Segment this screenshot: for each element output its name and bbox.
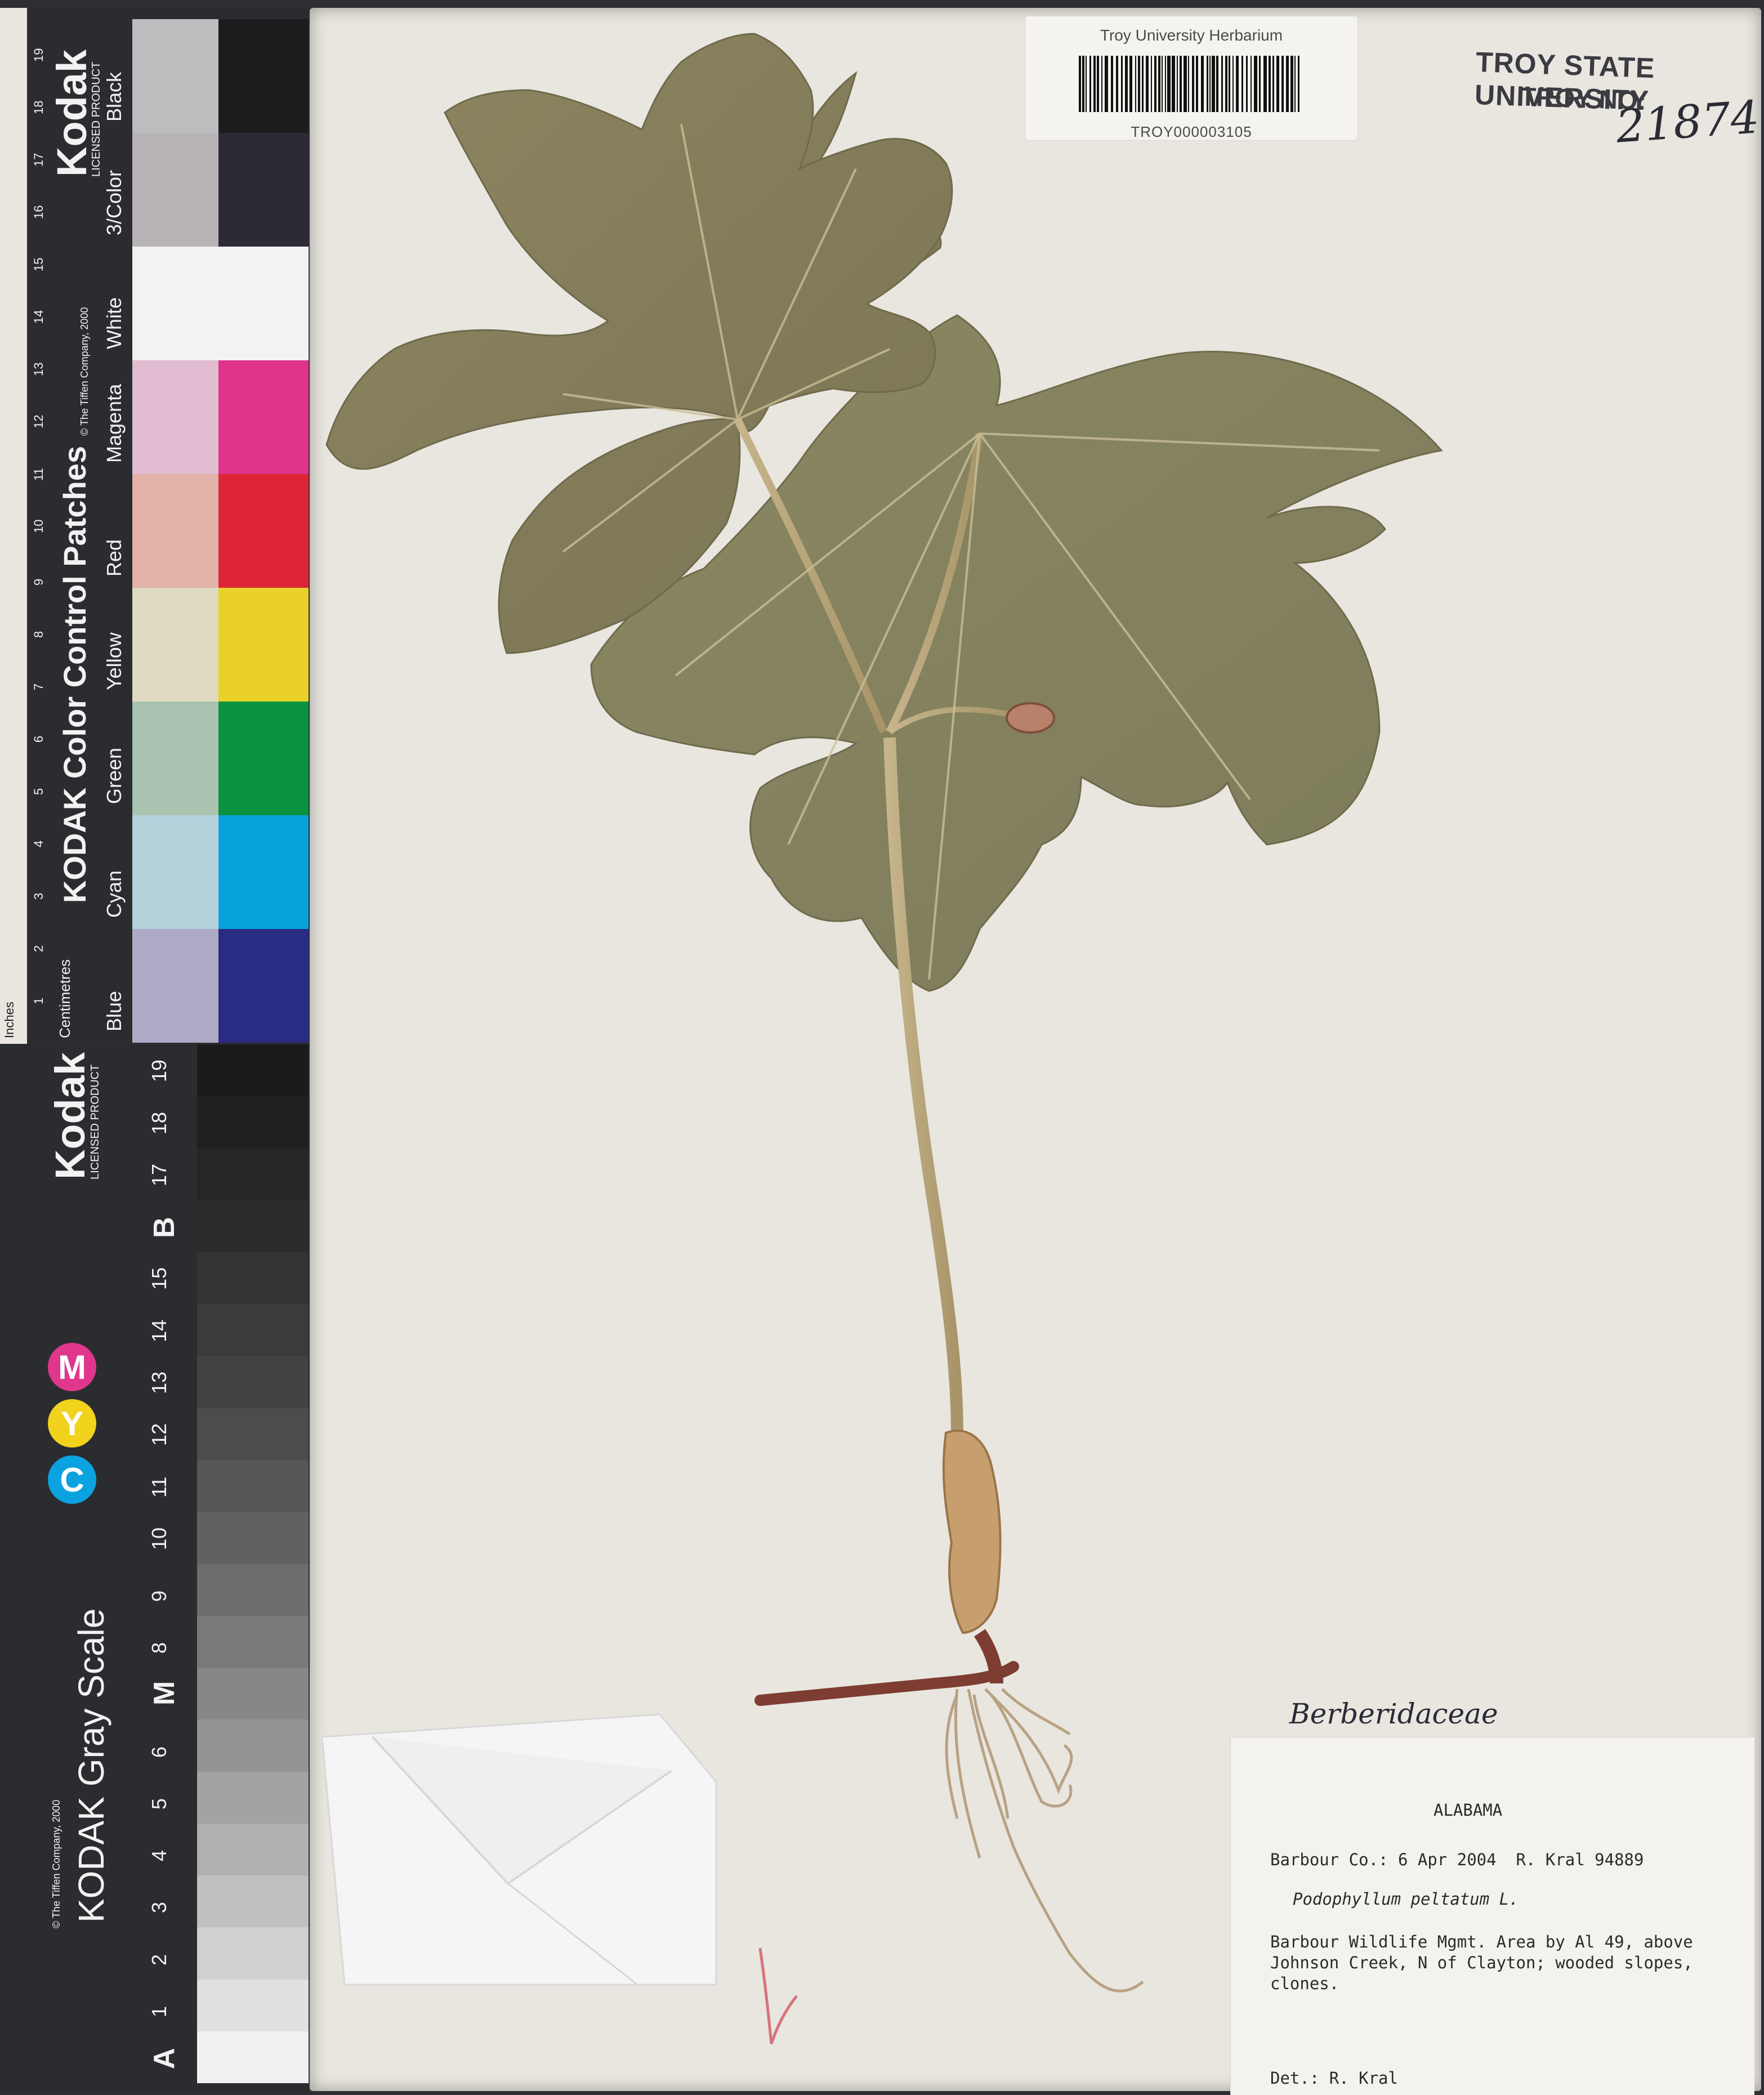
specimen-label: ALABAMA Barbour Co.: 6 Apr 2004 R. Kral …: [1230, 1737, 1754, 2095]
institution-name: Troy University Herbarium: [1100, 26, 1283, 44]
barcode-bar: [1135, 56, 1136, 112]
barcode-bar: [1196, 56, 1198, 112]
family-annotation: Berberidaceae: [1289, 1698, 1498, 1730]
barcode-label: Troy University Herbarium TROY000003105: [1025, 16, 1358, 141]
barcode-bar: [1263, 56, 1267, 112]
barcode-bar: [1086, 56, 1087, 112]
barcode-bar: [1089, 56, 1091, 112]
barcode-bar: [1116, 56, 1118, 112]
barcode-bar: [1221, 56, 1223, 112]
barcode-bar: [1184, 56, 1187, 112]
barcode-bar: [1101, 56, 1102, 112]
barcode-bar: [1177, 56, 1178, 112]
barcode-bar: [1082, 56, 1084, 112]
barcode-bar: [1225, 56, 1227, 112]
barcode-bar: [1129, 56, 1132, 112]
barcode-bar: [1242, 56, 1243, 112]
barcode-bar: [1272, 56, 1274, 112]
barcode-bar: [1294, 56, 1296, 112]
barcode-bar: [1105, 56, 1108, 112]
barcode-bar: [1246, 56, 1248, 112]
barcode-bar: [1192, 56, 1194, 112]
barcode-bar: [1269, 56, 1271, 112]
barcode-bar: [1172, 56, 1175, 112]
barcode-bar: [1146, 56, 1149, 112]
barcode-bar: [1180, 56, 1182, 112]
barcode-bar: [1142, 56, 1144, 112]
barcode: [1079, 56, 1299, 112]
barcode-bar: [1121, 56, 1123, 112]
barcode-bar: [1207, 56, 1208, 112]
barcode-bar: [1286, 56, 1289, 112]
barcode-bar: [1111, 56, 1113, 112]
barcode-bar: [1298, 56, 1299, 112]
barcode-bar: [1093, 56, 1096, 112]
accession-number: 21874: [1614, 91, 1761, 153]
stem-sheath: [942, 1430, 1002, 1634]
label-determiner: Det.: R. Kral: [1270, 2069, 1398, 2088]
barcode-bar: [1097, 56, 1099, 112]
barcode-bar: [1188, 56, 1189, 112]
barcode-bar: [1216, 56, 1218, 112]
barcode-bar: [1125, 56, 1128, 112]
label-taxon: Podophyllum peltatum L.: [1293, 1889, 1519, 1909]
barcode-bar: [1251, 56, 1252, 112]
barcode-bar: [1290, 56, 1293, 112]
check-mark: [758, 1947, 798, 2044]
barcode-bar: [1236, 56, 1239, 112]
barcode-bar: [1229, 56, 1230, 112]
barcode-bar: [1209, 56, 1211, 112]
label-collection: Barbour Co.: 6 Apr 2004 R. Kral 94889: [1270, 1850, 1644, 1869]
barcode-bar: [1201, 56, 1204, 112]
roots: [945, 1688, 1144, 1993]
barcode-bar: [1154, 56, 1156, 112]
label-state: ALABAMA: [1433, 1801, 1503, 1820]
barcode-bar: [1167, 56, 1171, 112]
barcode-bar: [1259, 56, 1261, 112]
flower-bud: [1006, 702, 1055, 734]
barcode-bar: [1212, 56, 1215, 112]
barcode-bar: [1281, 56, 1284, 112]
catalog-number: TROY000003105: [1131, 123, 1252, 140]
barcode-bar: [1276, 56, 1279, 112]
barcode-bar: [1165, 56, 1166, 112]
barcode-bar: [1254, 56, 1257, 112]
barcode-bar: [1138, 56, 1140, 112]
barcode-bar: [1079, 56, 1081, 112]
fragment-envelope: [322, 1713, 717, 1986]
barcode-bar: [1162, 56, 1163, 112]
barcode-bar: [1151, 56, 1152, 112]
barcode-bar: [1158, 56, 1160, 112]
specimen-image: Inches Centimetres 1 2 3 4 5 6 7 8 9 10 11 12 13 14 15…: [0, 0, 1764, 2095]
label-locality: Barbour Wildlife Mgmt. Area by Al 49, ab…: [1270, 1932, 1693, 1993]
barcode-bar: [1232, 56, 1234, 112]
